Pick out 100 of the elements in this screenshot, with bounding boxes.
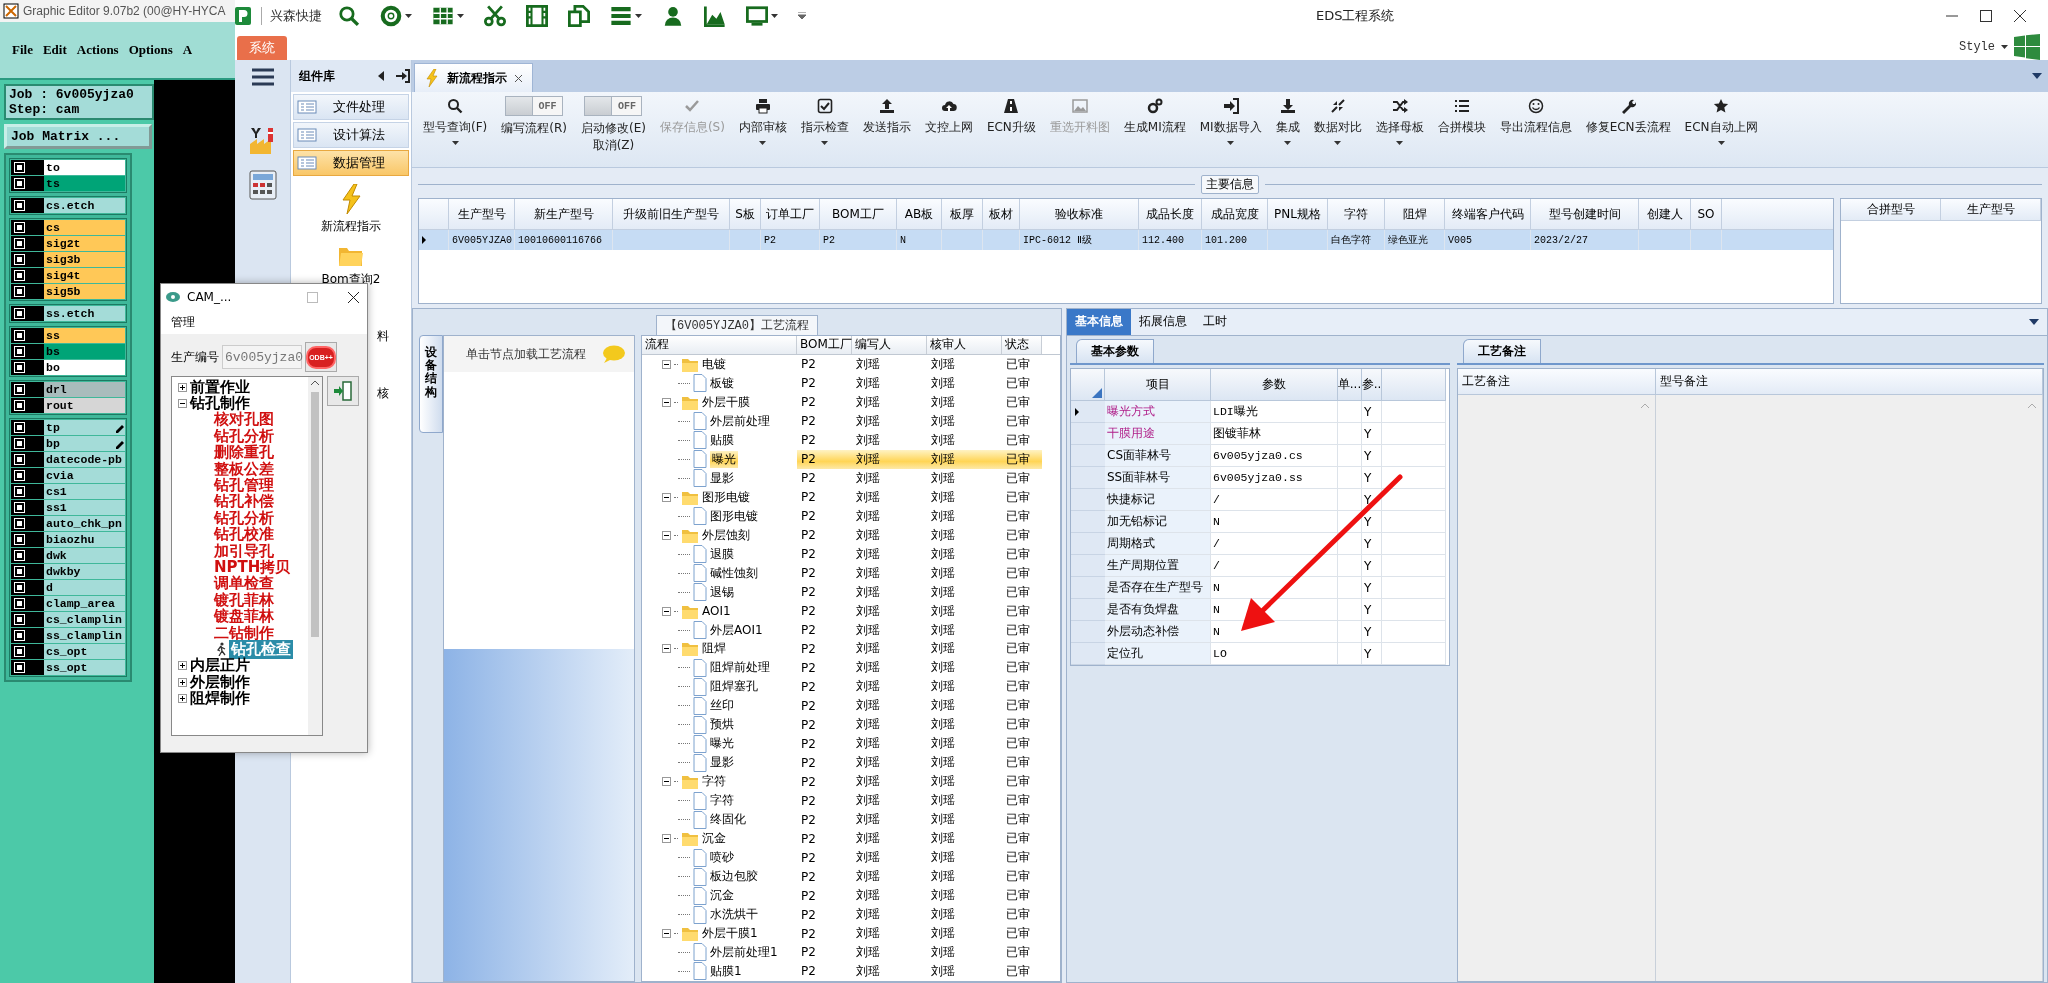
layer-name[interactable]: sig3b <box>44 252 125 267</box>
ribbon-button[interactable]: 文控上网 <box>917 92 980 167</box>
layer-checkbox[interactable] <box>15 271 24 280</box>
sign-in-icon[interactable] <box>395 69 411 83</box>
column-header[interactable]: 订单工厂 <box>761 199 820 229</box>
style-menu[interactable]: Style <box>1959 40 1995 54</box>
layer-checkbox[interactable] <box>15 583 24 592</box>
side-tab[interactable]: 设备结构 <box>419 335 443 433</box>
tree-row[interactable]: 阻焊 P2 刘瑶 刘瑶 已审 <box>642 639 1060 659</box>
tree-row[interactable]: 退膜 P2 刘瑶 刘瑶 已审 <box>642 544 1060 564</box>
layer-checkbox[interactable] <box>15 385 24 394</box>
column-header[interactable]: 核审人 <box>927 336 1002 354</box>
scrollbar-thumb[interactable] <box>311 392 319 637</box>
ribbon-button[interactable]: 选择母板 <box>1368 92 1431 167</box>
tab[interactable]: 工时 <box>1195 309 1235 335</box>
column-header[interactable]: 板厚 <box>942 199 983 229</box>
layer-checkbox[interactable] <box>15 309 24 318</box>
maximize-icon[interactable] <box>1980 10 1992 22</box>
tree-row[interactable]: 水洗烘干 P2 刘瑶 刘瑶 已审 <box>642 905 1060 925</box>
layer-name[interactable]: bs <box>44 344 125 359</box>
layer-row[interactable]: cs_clamplin <box>11 612 125 627</box>
toggle-switch[interactable]: OFF <box>584 96 643 116</box>
collapse-left-icon[interactable] <box>377 71 385 81</box>
layer-name[interactable]: datecode-pb <box>44 452 125 467</box>
layer-row[interactable]: dwkby <box>11 564 125 579</box>
ribbon-button[interactable]: 指示检查 <box>793 92 856 167</box>
expand-icon[interactable] <box>178 694 187 704</box>
column-header[interactable]: PNL规格 <box>1268 199 1328 229</box>
layer-checkbox[interactable] <box>15 519 24 528</box>
collapse-icon[interactable] <box>178 399 187 409</box>
layer-name[interactable]: ss <box>44 328 125 343</box>
layer-row[interactable]: clamp_area <box>11 596 125 611</box>
tree-row[interactable]: 板镀 P2 刘瑶 刘瑶 已审 <box>642 373 1060 393</box>
tree-row[interactable]: 沉金 P2 刘瑶 刘瑶 已审 <box>642 829 1060 849</box>
layer-row[interactable]: ss.etch <box>11 306 125 321</box>
layer-checkbox[interactable] <box>15 163 24 172</box>
menu-item[interactable]: Actions <box>76 42 119 58</box>
column-header[interactable]: BOM工厂 <box>820 199 897 229</box>
tree-row[interactable]: 沉金 P2 刘瑶 刘瑶 已审 <box>642 886 1060 906</box>
layer-row[interactable]: sig2t <box>11 236 125 251</box>
scrollbar[interactable] <box>308 377 322 735</box>
column-header[interactable]: 编写人 <box>852 336 927 354</box>
tree-row[interactable]: 外层AOI1 P2 刘瑶 刘瑶 已审 <box>642 620 1060 640</box>
tree-row[interactable]: 喷砂 P2 刘瑶 刘瑶 已审 <box>642 848 1060 868</box>
tool-label[interactable]: 核 <box>377 385 389 402</box>
layer-row[interactable]: cvia <box>11 468 125 483</box>
document-tab[interactable]: 新流程指示 <box>414 63 533 92</box>
ribbon-button[interactable]: 内部审核 <box>731 92 794 167</box>
layer-name[interactable]: cs_opt <box>44 644 125 659</box>
layer-name[interactable]: ss_opt <box>44 660 125 675</box>
layer-name[interactable]: ss_clamplin <box>44 628 125 643</box>
tree-row[interactable]: 图形电镀 P2 刘瑶 刘瑶 已审 <box>642 506 1060 526</box>
layer-name[interactable]: biaozhu <box>44 532 125 547</box>
scroll-up-icon[interactable] <box>311 380 319 386</box>
layer-checkbox[interactable] <box>15 287 24 296</box>
tree-row[interactable]: 曝光 P2 刘瑶 刘瑶 已审 <box>642 734 1060 754</box>
tree-row[interactable]: 贴膜 P2 刘瑶 刘瑶 已审 <box>642 430 1060 450</box>
dropdown-icon[interactable] <box>2029 319 2039 325</box>
search-icon[interactable] <box>338 5 360 27</box>
layer-name[interactable]: cvia <box>44 468 125 483</box>
layer-name[interactable]: auto_chk_pn <box>44 516 125 531</box>
column-header[interactable]: 工艺备注 <box>1458 369 1656 395</box>
column-header[interactable]: 合拼型号 <box>1841 199 1941 221</box>
layer-row[interactable]: datecode-pb <box>11 452 125 467</box>
expand-icon[interactable] <box>178 677 187 687</box>
layer-name[interactable]: sig2t <box>44 236 125 251</box>
column-header[interactable]: 成品宽度 <box>1202 199 1268 229</box>
column-header[interactable]: 流程 <box>642 336 797 354</box>
tree-row[interactable]: 预烘 P2 刘瑶 刘瑶 已审 <box>642 715 1060 735</box>
tab[interactable]: 工艺备注 <box>1463 339 1541 363</box>
layer-checkbox[interactable] <box>15 615 24 624</box>
ribbon-button[interactable]: 型号查询(F) <box>416 92 495 167</box>
tab[interactable]: 基本信息 <box>1067 309 1131 335</box>
layer-checkbox[interactable] <box>15 551 24 560</box>
monitor-icon[interactable] <box>746 5 768 27</box>
layer-checkbox[interactable] <box>15 455 24 464</box>
ribbon-button[interactable]: 合拼模块 <box>1430 92 1493 167</box>
tree-row[interactable]: 外层前处理 P2 刘瑶 刘瑶 已审 <box>642 411 1060 431</box>
layer-row[interactable]: cs_opt <box>11 644 125 659</box>
layer-name[interactable]: drl <box>44 382 125 397</box>
header-corner[interactable] <box>1071 369 1105 401</box>
layer-checkbox[interactable] <box>15 647 24 656</box>
layer-checkbox[interactable] <box>15 401 24 410</box>
column-header[interactable]: 字符 <box>1328 199 1385 229</box>
layer-checkbox[interactable] <box>15 471 24 480</box>
ribbon-button[interactable]: 修复ECN丢流程 <box>1578 92 1678 167</box>
ribbon-button[interactable]: ECN升级 <box>979 92 1043 167</box>
tree-row[interactable]: 显影 P2 刘瑶 刘瑶 已审 <box>642 468 1060 488</box>
layer-checkbox[interactable] <box>15 363 24 372</box>
column-header[interactable]: 升级前旧生产型号 <box>613 199 730 229</box>
layer-checkbox[interactable] <box>15 599 24 608</box>
tree-row[interactable]: 图形电镀 P2 刘瑶 刘瑶 已审 <box>642 487 1060 507</box>
layer-checkbox[interactable] <box>15 239 24 248</box>
tree-row[interactable]: 碱性蚀刻 P2 刘瑶 刘瑶 已审 <box>642 563 1060 583</box>
tree-row[interactable]: 外层前处理1 P2 刘瑶 刘瑶 已审 <box>642 943 1060 962</box>
column-header[interactable]: S板 <box>730 199 761 229</box>
layer-name[interactable]: dwkby <box>44 564 125 579</box>
chart-icon[interactable] <box>704 5 726 27</box>
tree-row[interactable]: 电镀 P2 刘瑶 刘瑶 已审 <box>642 354 1060 374</box>
column-header[interactable]: 生产型号 <box>449 199 515 229</box>
